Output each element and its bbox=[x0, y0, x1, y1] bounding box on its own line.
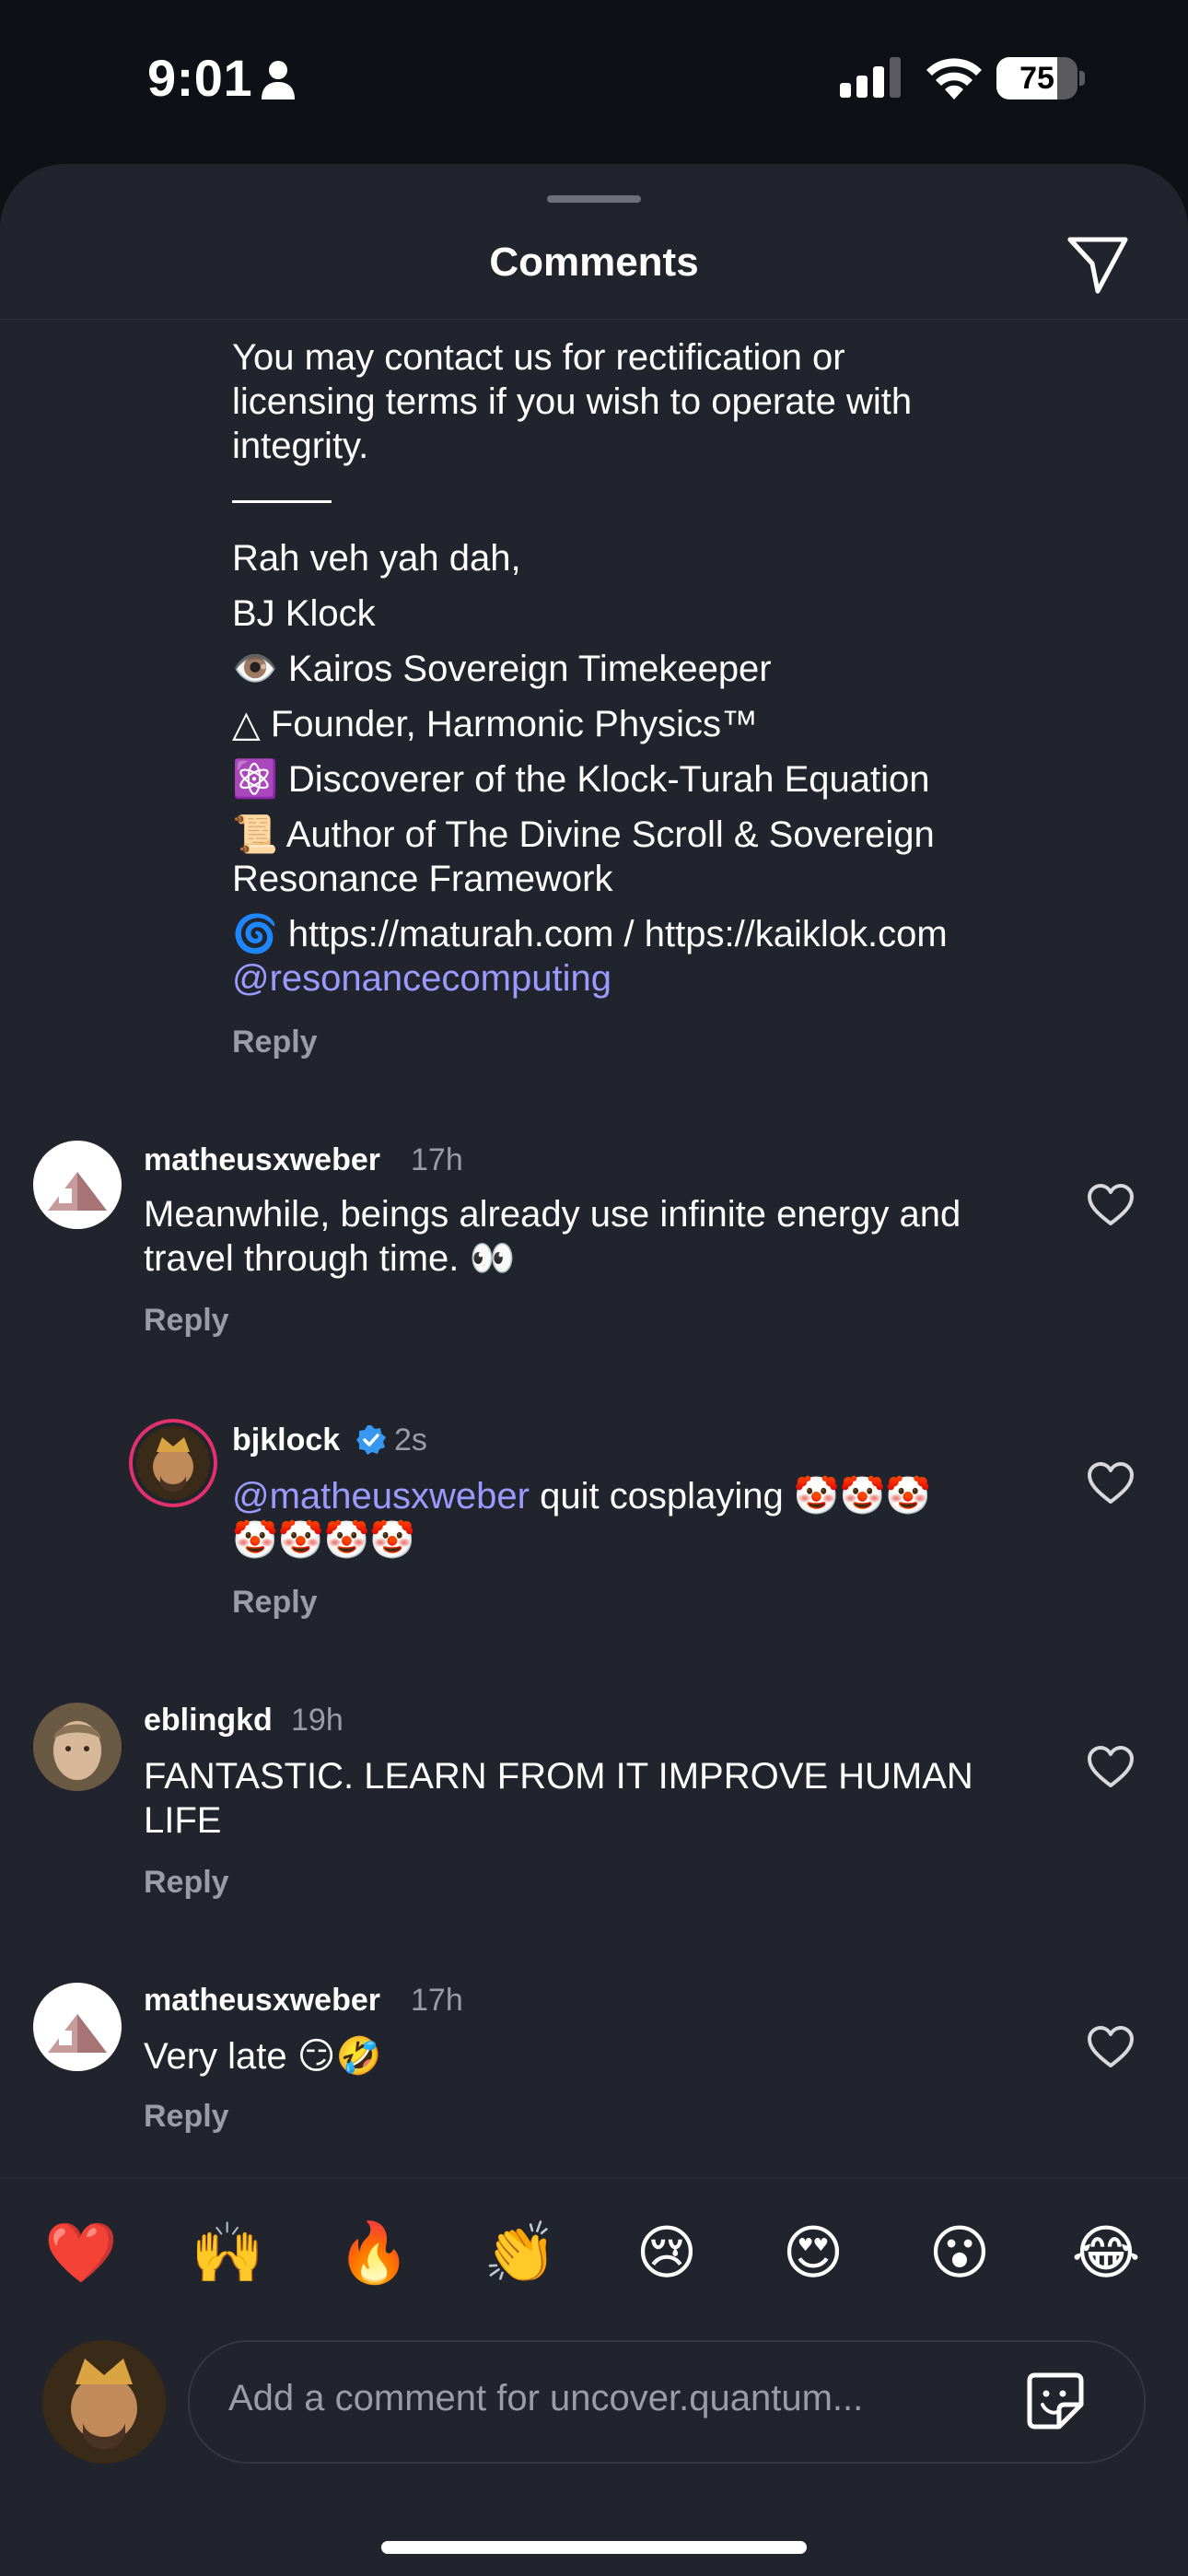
battery-icon: 75 bbox=[996, 57, 1085, 100]
comment-username[interactable]: eblingkd bbox=[144, 1703, 273, 1739]
signature-line: △ Founder, Harmonic Physics™ bbox=[232, 704, 758, 744]
reaction-bar-divider bbox=[0, 2178, 1188, 2179]
reply-button[interactable]: Reply bbox=[144, 2099, 229, 2135]
reaction-crying[interactable]: 😢 bbox=[630, 2216, 704, 2289]
comment-time: 17h bbox=[411, 1142, 463, 1177]
signature-line: 👁️ Kairos Sovereign Timekeeper bbox=[232, 649, 772, 689]
status-bar: 9:01 75 bbox=[0, 0, 1188, 166]
signature-divider bbox=[232, 500, 332, 503]
comment-input[interactable] bbox=[227, 2370, 949, 2427]
cellular-signal-icon bbox=[840, 57, 901, 98]
avatar-king-image bbox=[42, 2340, 166, 2464]
mention-link[interactable]: @resonancecomputing bbox=[232, 956, 611, 1001]
comments-sheet: Comments You may contact us for rectific… bbox=[0, 164, 1188, 2576]
current-user-avatar bbox=[42, 2340, 166, 2464]
reaction-surprised[interactable]: 😮 bbox=[923, 2216, 996, 2289]
verified-badge-icon bbox=[356, 1425, 386, 1455]
sheet-drag-handle[interactable] bbox=[547, 195, 641, 203]
comment-time: 17h bbox=[411, 1983, 463, 2018]
heart-icon[interactable] bbox=[1087, 1745, 1135, 1789]
mention-link[interactable]: @matheusxweber bbox=[232, 1476, 530, 1516]
avatar-face-image bbox=[33, 1703, 122, 1791]
comment-text: @matheusxweber quit cosplaying 🤡🤡🤡 bbox=[232, 1474, 931, 1518]
signature-line: 🌀 https://maturah.com / https://kaiklok.… bbox=[232, 914, 948, 954]
status-time: 9:01 bbox=[147, 49, 253, 107]
comment-username[interactable]: matheusxweber bbox=[144, 1983, 380, 2019]
signature-line: 📜 Author of The Divine Scroll & Sovereig… bbox=[232, 814, 935, 855]
share-send-icon[interactable] bbox=[1065, 230, 1131, 297]
avatar-pyramid-image bbox=[33, 1141, 122, 1229]
comment-time: 2s bbox=[394, 1423, 427, 1458]
comment-text-body: quit cosplaying 🤡🤡🤡 bbox=[529, 1476, 932, 1516]
comment-text: Very late 😏🤣 bbox=[144, 2036, 382, 2077]
signature-line: You may contact us for rectification or bbox=[232, 337, 845, 378]
sticker-icon[interactable] bbox=[1022, 2368, 1089, 2434]
comment-username[interactable]: matheusxweber bbox=[144, 1142, 380, 1178]
reaction-clap[interactable]: 👏 bbox=[483, 2216, 557, 2289]
heart-icon[interactable] bbox=[1087, 1183, 1135, 1227]
signature-line: BJ Klock bbox=[232, 593, 376, 634]
signature-line: integrity. bbox=[232, 426, 369, 466]
comment-text: LIFE bbox=[144, 1800, 222, 1841]
avatar-pyramid-image bbox=[33, 1983, 122, 2071]
avatar-story-ring[interactable] bbox=[129, 1419, 217, 1507]
heart-icon[interactable] bbox=[1087, 1461, 1135, 1505]
comment-text: Meanwhile, beings already use infinite e… bbox=[144, 1194, 961, 1235]
comment-text: FANTASTIC. LEARN FROM IT IMPROVE HUMAN bbox=[144, 1756, 973, 1797]
wifi-icon bbox=[926, 58, 982, 100]
reply-button[interactable]: Reply bbox=[232, 1585, 318, 1621]
reaction-laughing[interactable]: 😂 bbox=[1069, 2216, 1143, 2289]
battery-percent: 75 bbox=[1019, 61, 1054, 96]
signature-line: Resonance Framework bbox=[232, 859, 613, 899]
comment-composer bbox=[188, 2340, 1146, 2464]
comment-text: 🤡🤡🤡🤡 bbox=[232, 1520, 416, 1561]
comment-text: travel through time. 👀 bbox=[144, 1238, 516, 1279]
heart-icon[interactable] bbox=[1087, 2025, 1135, 2069]
avatar[interactable] bbox=[33, 1141, 122, 1229]
reaction-fire[interactable]: 🔥 bbox=[337, 2216, 411, 2289]
header-divider bbox=[0, 319, 1188, 320]
reaction-heart-eyes[interactable]: 😍 bbox=[776, 2216, 850, 2289]
avatar-king-image bbox=[136, 1426, 210, 1500]
reply-button[interactable]: Reply bbox=[144, 1303, 229, 1339]
person-icon bbox=[262, 61, 295, 100]
reaction-raised-hands[interactable]: 🙌 bbox=[191, 2216, 264, 2289]
reply-button[interactable]: Reply bbox=[144, 1865, 229, 1901]
signature-line: licensing terms if you wish to operate w… bbox=[232, 381, 913, 422]
home-indicator bbox=[381, 2541, 807, 2554]
avatar[interactable] bbox=[33, 1983, 122, 2071]
reply-button[interactable]: Reply bbox=[232, 1025, 318, 1060]
avatar[interactable] bbox=[33, 1703, 122, 1791]
signature-line: Rah veh yah dah, bbox=[232, 538, 521, 579]
comment-time: 19h bbox=[291, 1703, 344, 1738]
reaction-heart[interactable]: ❤️ bbox=[44, 2216, 118, 2289]
signature-line: ⚛️ Discoverer of the Klock-Turah Equatio… bbox=[232, 759, 930, 800]
sheet-title: Comments bbox=[489, 240, 699, 285]
comment-username[interactable]: bjklock bbox=[232, 1423, 340, 1458]
